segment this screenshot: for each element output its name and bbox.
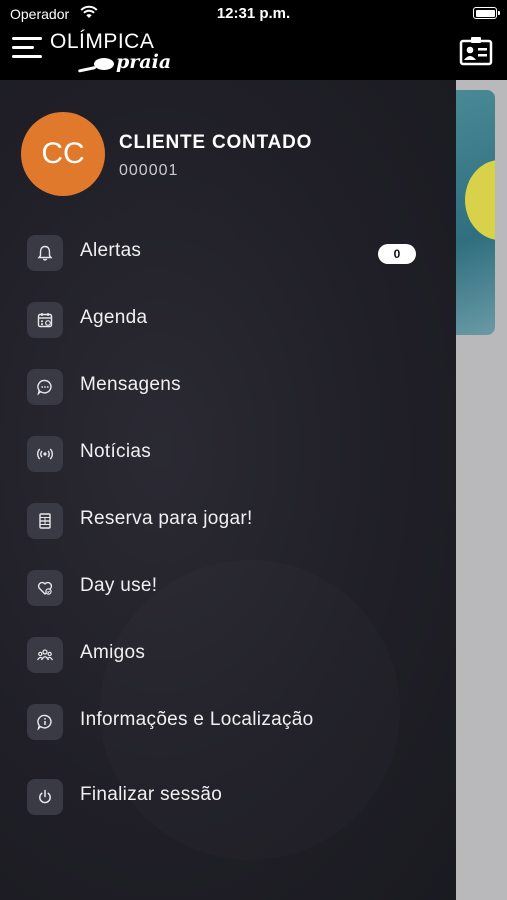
hamburger-line	[12, 46, 34, 49]
menu-item-label: Informações e Localização	[80, 709, 314, 730]
carrier-label: Operador	[10, 6, 70, 22]
bell-icon	[27, 235, 63, 271]
alerts-count-badge: 0	[378, 244, 416, 264]
menu-item-day-use[interactable]: Day use!	[0, 561, 456, 615]
heart-icon	[27, 570, 63, 606]
broadcast-icon	[27, 436, 63, 472]
court-icon	[27, 503, 63, 539]
menu-item-reserva[interactable]: Reserva para jogar!	[0, 494, 456, 548]
menu-item-label: Day use!	[80, 575, 158, 596]
hamburger-line	[12, 55, 42, 58]
navigation-drawer: CC CLIENTE CONTADO 000001 Alertas 0 Agen…	[0, 80, 456, 900]
user-id: 000001	[119, 162, 179, 179]
power-icon	[27, 779, 63, 815]
menu-item-finalizar-sessao[interactable]: Finalizar sessão	[0, 770, 456, 824]
menu-item-agenda[interactable]: Agenda	[0, 293, 456, 347]
user-name: CLIENTE CONTADO	[119, 132, 313, 153]
racket-icon	[78, 58, 114, 73]
menu-item-label: Reserva para jogar!	[80, 508, 253, 529]
menu-item-amigos[interactable]: Amigos	[0, 628, 456, 682]
people-icon	[27, 637, 63, 673]
menu-item-label: Finalizar sessão	[80, 784, 223, 805]
menu-item-alertas[interactable]: Alertas 0	[0, 226, 456, 280]
id-card-button[interactable]	[459, 36, 493, 66]
menu-item-mensagens[interactable]: Mensagens	[0, 360, 456, 414]
wifi-icon	[80, 5, 98, 18]
menu-item-label: Agenda	[80, 307, 148, 328]
battery-icon	[473, 7, 500, 19]
logo-subtitle: praia	[116, 51, 172, 73]
menu-item-label: Mensagens	[80, 374, 181, 395]
avatar[interactable]: CC	[21, 112, 105, 196]
status-bar: Operador 12:31 p.m.	[0, 0, 507, 28]
menu-item-informacoes[interactable]: Informações e Localização	[0, 695, 456, 749]
menu-item-label: Alertas	[80, 240, 142, 261]
calendar-icon	[27, 302, 63, 338]
app-logo: OLÍMPICA praia	[50, 30, 171, 76]
background-ball-image	[465, 160, 495, 240]
hamburger-line	[12, 37, 42, 40]
menu-item-noticias[interactable]: Notícias	[0, 427, 456, 481]
hamburger-menu-button[interactable]	[12, 37, 42, 61]
clock: 12:31 p.m.	[216, 5, 291, 22]
menu-item-label: Notícias	[80, 441, 152, 462]
chat-bubble-icon	[27, 369, 63, 405]
menu-item-label: Amigos	[80, 642, 146, 663]
top-bar: Operador 12:31 p.m. OLÍMPICA praia	[0, 0, 507, 80]
info-bubble-icon	[27, 704, 63, 740]
